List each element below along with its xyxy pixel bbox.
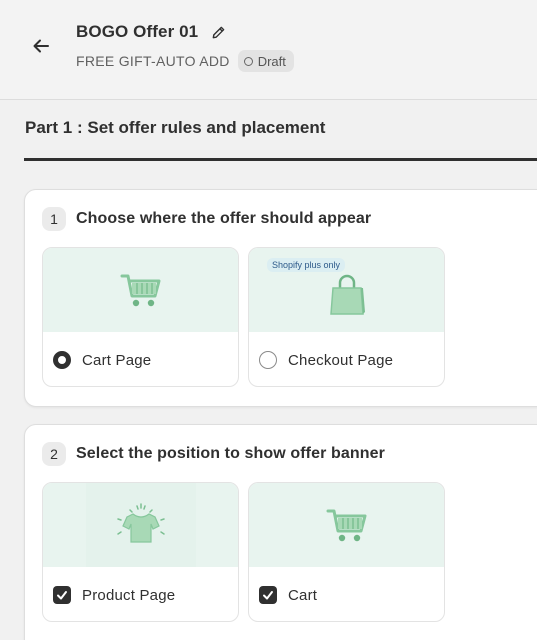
illustration-backdrop: [85, 483, 196, 567]
subtitle-row: FREE GIFT-AUTO ADD Draft: [76, 50, 294, 72]
shopping-cart-icon: [120, 274, 160, 307]
radio-checkout-page[interactable]: [259, 351, 277, 369]
section-divider: [24, 158, 537, 161]
tshirt-icon: [116, 503, 165, 543]
shopify-plus-tag: Shopify plus only: [267, 258, 346, 272]
option-illustration: [43, 248, 238, 332]
option-label: Product Page: [82, 586, 176, 604]
step-number: 1: [42, 207, 66, 231]
placement-card: 1 Choose where the offer should appear C…: [24, 189, 537, 407]
option-illustration: [43, 483, 238, 567]
back-button[interactable]: [28, 33, 54, 59]
status-badge: Draft: [237, 50, 294, 72]
option-cart[interactable]: Cart: [248, 482, 445, 622]
option-footer: Product Page: [43, 567, 238, 621]
option-illustration: Shopify plus only: [249, 248, 444, 332]
step-2-header: 2 Select the position to show offer bann…: [42, 442, 385, 466]
title-row: BOGO Offer 01: [76, 22, 226, 42]
option-label: Checkout Page: [288, 351, 394, 369]
option-footer: Cart Page: [43, 332, 238, 386]
option-cart-page[interactable]: Cart Page: [42, 247, 239, 387]
step-label: Choose where the offer should appear: [76, 210, 372, 227]
checkmark-icon: [57, 591, 67, 600]
option-product-page[interactable]: Product Page: [42, 482, 239, 622]
step-label: Select the position to show offer banner: [76, 445, 385, 462]
option-footer: Cart: [249, 567, 444, 621]
option-label: Cart: [288, 586, 318, 604]
banner-position-card: 2 Select the position to show offer bann…: [24, 424, 537, 640]
option-footer: Checkout Page: [249, 332, 444, 386]
checkbox-product-page[interactable]: [53, 586, 71, 604]
checkbox-cart[interactable]: [259, 586, 277, 604]
shopping-bag-icon: [329, 274, 365, 315]
option-illustration: [249, 483, 444, 567]
arrow-left-icon: [33, 39, 49, 53]
section-title: Part 1 : Set offer rules and placement: [25, 118, 326, 137]
page-header: BOGO Offer 01 FREE GIFT-AUTO ADD Draft: [0, 0, 537, 100]
pencil-icon: [212, 26, 225, 38]
circle-outline-icon: [243, 56, 253, 66]
step-number: 2: [42, 442, 66, 466]
shopping-cart-icon: [326, 509, 366, 542]
offer-type-label: FREE GIFT-AUTO ADD: [76, 53, 230, 69]
option-label: Cart Page: [82, 351, 152, 369]
radio-cart-page[interactable]: [53, 351, 71, 369]
status-badge-label: Draft: [257, 53, 286, 69]
page-title: BOGO Offer 01: [76, 22, 199, 41]
option-checkout-page[interactable]: Shopify plus only Checkout Page: [248, 247, 445, 387]
step-1-header: 1 Choose where the offer should appear: [42, 207, 371, 231]
checkmark-icon: [263, 591, 273, 600]
edit-title-button[interactable]: [210, 24, 226, 40]
